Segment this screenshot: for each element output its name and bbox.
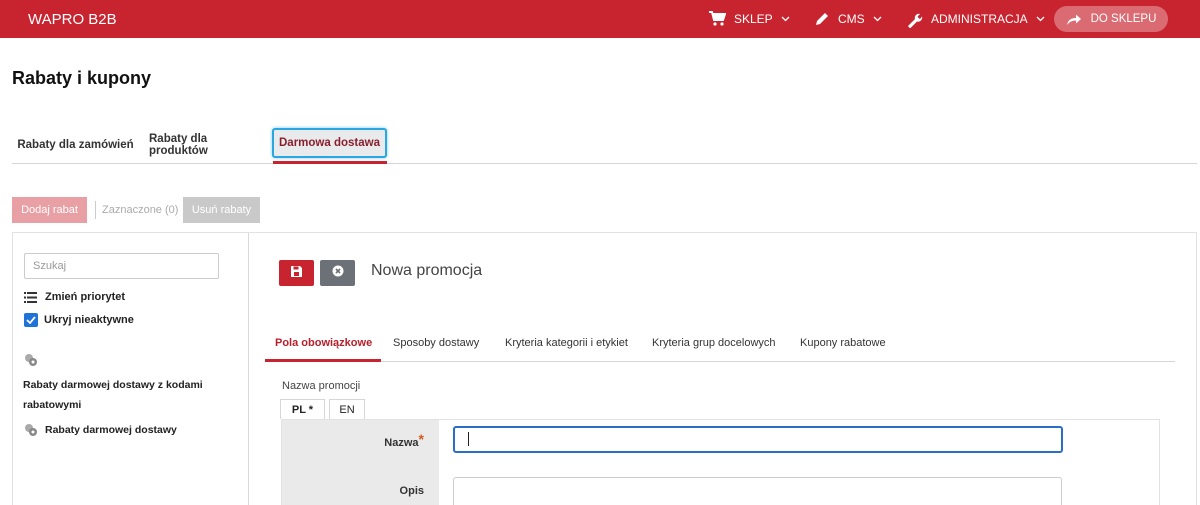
brand-logo[interactable]: WAPRO B2B	[28, 11, 117, 28]
promotion-name-group-label: Nazwa promocji	[282, 380, 361, 392]
promotion-form: Nazwa* Opis	[281, 419, 1160, 505]
top-bar: WAPRO B2B SKLEP CMS ADMINISTRACJA DO SKL	[0, 0, 1200, 38]
go-to-store-label: DO SKLEPU	[1090, 13, 1157, 25]
promotion-title: Nowa promocja	[371, 262, 483, 279]
remove-discounts-button[interactable]: Usuń rabaty	[183, 197, 260, 223]
save-button[interactable]	[279, 260, 314, 286]
description-input[interactable]	[453, 477, 1062, 505]
tab-product-discounts[interactable]: Rabaty dla produktów	[149, 126, 260, 164]
hide-inactive-checkbox[interactable]	[24, 313, 38, 327]
search-input[interactable]	[24, 253, 219, 279]
name-input[interactable]	[453, 426, 1063, 453]
tree-item-coupon-free-shipping[interactable]: Rabaty darmowej dostawy z kodami rabatow…	[23, 375, 223, 415]
description-field-label: Opis	[399, 485, 424, 497]
promotion-editor: Nowa promocja Pola obowiązkowe Sposoby d…	[248, 232, 1197, 505]
nav-cms[interactable]: CMS	[814, 0, 882, 38]
cart-icon	[708, 11, 726, 27]
change-priority-label: Zmień priorytet	[45, 291, 126, 303]
chevron-down-icon	[1036, 16, 1045, 22]
language-tab-en[interactable]: EN	[329, 399, 365, 419]
discount-tabs: Rabaty dla zamówień Rabaty dla produktów…	[12, 126, 1197, 164]
wrench-icon	[906, 11, 923, 28]
subtab-delivery-methods[interactable]: Sposoby dostawy	[393, 337, 479, 349]
language-tab-pl[interactable]: PL *	[280, 399, 325, 419]
nav-cms-label: CMS	[838, 12, 865, 26]
hide-inactive-label: Ukryj nieaktywne	[44, 314, 134, 326]
chevron-down-icon	[781, 16, 790, 22]
editor-subtabs: Pola obowiązkowe Sposoby dostawy Kryteri…	[265, 326, 1175, 362]
page-title: Rabaty i kupony	[12, 68, 152, 88]
change-priority-button[interactable]: Zmień priorytet	[24, 291, 125, 303]
discount-tree-panel: Zmień priorytet Ukryj nieaktywne Rabaty …	[12, 232, 249, 505]
cancel-button[interactable]	[320, 260, 355, 286]
nav-sklep[interactable]: SKLEP	[708, 0, 790, 38]
hide-inactive-toggle[interactable]: Ukryj nieaktywne	[24, 313, 134, 327]
toolbar-divider	[95, 201, 96, 219]
selected-count: Zaznaczone (0)	[102, 204, 179, 216]
nav-administracja-label: ADMINISTRACJA	[931, 12, 1028, 26]
form-label-column: Nazwa* Opis	[282, 420, 439, 505]
subtab-target-group-criteria[interactable]: Kryteria grup docelowych	[652, 337, 776, 349]
share-arrow-icon	[1066, 13, 1082, 26]
required-mark: *	[418, 431, 424, 447]
tab-free-shipping[interactable]: Darmowa dostawa	[272, 128, 387, 158]
nav-sklep-label: SKLEP	[734, 12, 773, 26]
chevron-down-icon	[873, 16, 882, 22]
name-field-label: Nazwa*	[384, 431, 424, 449]
active-tab-indicator	[273, 161, 387, 164]
subtab-coupons[interactable]: Kupony rabatowe	[800, 337, 886, 349]
list-icon	[24, 291, 37, 303]
tab-order-discounts[interactable]: Rabaty dla zamówień	[12, 126, 139, 164]
tree-item-free-shipping[interactable]: Rabaty darmowej dostawy	[24, 423, 177, 437]
active-subtab-indicator	[265, 359, 381, 362]
add-discount-button[interactable]: Dodaj rabat	[12, 197, 87, 223]
close-circle-icon	[332, 264, 344, 282]
text-cursor	[468, 432, 469, 446]
coupon-group-icon	[24, 423, 38, 437]
go-to-store-button[interactable]: DO SKLEPU	[1054, 6, 1168, 32]
coupon-group-icon	[24, 353, 38, 372]
tree-item-label: Rabaty darmowej dostawy	[45, 424, 177, 436]
subtab-category-criteria[interactable]: Kryteria kategorii i etykiet	[505, 337, 628, 349]
floppy-disk-icon	[291, 264, 302, 282]
nav-administracja[interactable]: ADMINISTRACJA	[906, 0, 1045, 38]
subtab-required-fields[interactable]: Pola obowiązkowe	[275, 337, 372, 349]
pencil-icon	[814, 11, 830, 27]
